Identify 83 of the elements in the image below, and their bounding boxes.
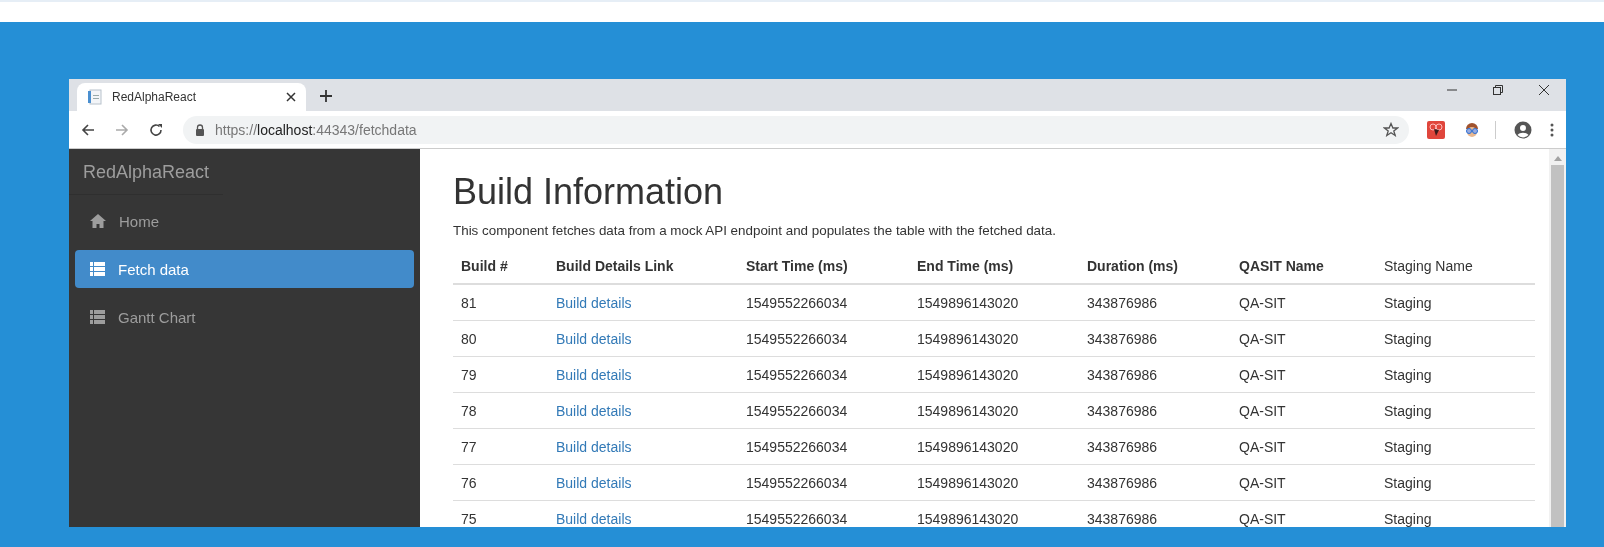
table-cell: 1549552266034 <box>738 284 909 321</box>
build-details-link[interactable]: Build details <box>556 474 632 491</box>
new-tab-icon[interactable] <box>320 90 332 102</box>
column-header: Build Details Link <box>548 246 738 284</box>
build-details-link[interactable]: Build details <box>556 510 632 527</box>
table-cell: 1549896143020 <box>909 392 1079 429</box>
build-details-link[interactable]: Build details <box>556 366 632 383</box>
build-details-link[interactable]: Build details <box>556 330 632 347</box>
table-cell: 1549552266034 <box>738 392 909 429</box>
menu-icon[interactable] <box>1550 122 1554 137</box>
restore-icon[interactable] <box>1492 84 1504 96</box>
list-icon <box>90 310 105 324</box>
table-cell: QA-SIT <box>1231 356 1376 393</box>
table-cell: Staging <box>1376 392 1535 429</box>
table-cell: 1549896143020 <box>909 464 1079 501</box>
brand-title[interactable]: RedAlphaReact <box>69 149 224 195</box>
table-cell: 79 <box>453 356 548 393</box>
reload-icon[interactable] <box>149 122 163 137</box>
table-cell: QA-SIT <box>1231 428 1376 465</box>
table-cell: 1549552266034 <box>738 320 909 357</box>
nav-item[interactable]: Home <box>75 202 414 240</box>
column-header: Duration (ms) <box>1079 246 1231 284</box>
description-text: This component fetches data from a mock API endpoint and populates the table with the fetched data. <box>453 223 1057 238</box>
extension-icon[interactable] <box>1427 120 1445 139</box>
star-icon[interactable] <box>1383 121 1399 138</box>
table-cell: 80 <box>453 320 548 357</box>
table-cell: 343876986 <box>1079 500 1231 527</box>
table-cell: 1549552266034 <box>738 428 909 465</box>
table-cell: 75 <box>453 500 548 527</box>
nav-item[interactable]: Fetch data <box>75 250 414 288</box>
table-cell: 1549896143020 <box>909 284 1079 321</box>
table-cell: QA-SIT <box>1231 320 1376 357</box>
list-icon <box>90 262 105 276</box>
table-cell: 1549552266034 <box>738 464 909 501</box>
table-cell: 343876986 <box>1079 392 1231 429</box>
url-text: https://localhost:44343/fetchdata <box>215 121 418 138</box>
table-cell: Staging <box>1376 500 1535 527</box>
forward-icon <box>115 122 129 137</box>
column-header: Start Time (ms) <box>738 246 909 284</box>
column-header: QASIT Name <box>1231 246 1376 284</box>
glasses-icon[interactable] <box>1463 120 1481 139</box>
page-heading: Build Information <box>453 171 725 213</box>
account-icon[interactable] <box>1514 120 1532 139</box>
table-cell: 77 <box>453 428 548 465</box>
home-icon <box>90 214 106 228</box>
build-details-link[interactable]: Build details <box>556 294 632 311</box>
build-details-link[interactable]: Build details <box>556 438 632 455</box>
column-header: Staging Name <box>1376 246 1535 284</box>
close-icon[interactable] <box>286 92 296 102</box>
table-cell: 1549896143020 <box>909 356 1079 393</box>
table-cell: Staging <box>1376 284 1535 321</box>
lock-icon <box>195 123 205 136</box>
back-icon[interactable] <box>81 122 95 137</box>
table-cell: 1549896143020 <box>909 320 1079 357</box>
table-cell: 343876986 <box>1079 284 1231 321</box>
table-cell: 343876986 <box>1079 428 1231 465</box>
table-cell: QA-SIT <box>1231 500 1376 527</box>
table-cell: Staging <box>1376 428 1535 465</box>
table-cell: Staging <box>1376 356 1535 393</box>
column-header: Build # <box>453 246 548 284</box>
table-cell: 78 <box>453 392 548 429</box>
table-cell: 1549896143020 <box>909 428 1079 465</box>
table-cell: QA-SIT <box>1231 284 1376 321</box>
address-bar[interactable]: https://localhost:44343/fetchdata <box>183 115 1409 144</box>
table-cell: Staging <box>1376 320 1535 357</box>
table-cell: 343876986 <box>1079 464 1231 501</box>
nav-item[interactable]: Gantt Chart <box>75 298 414 336</box>
browser-tab[interactable]: RedAlphaReact <box>77 83 306 111</box>
page-icon <box>87 89 103 105</box>
table-cell: QA-SIT <box>1231 392 1376 429</box>
build-details-link[interactable]: Build details <box>556 402 632 419</box>
table-cell: 1549552266034 <box>738 500 909 527</box>
table-cell: 1549896143020 <box>909 500 1079 527</box>
table-cell: 343876986 <box>1079 320 1231 357</box>
table-cell: Staging <box>1376 464 1535 501</box>
scrollbar[interactable] <box>1549 149 1566 527</box>
table-cell: 343876986 <box>1079 356 1231 393</box>
close-icon[interactable] <box>1538 84 1550 96</box>
table-cell: 81 <box>453 284 548 321</box>
column-header: End Time (ms) <box>909 246 1079 284</box>
table-cell: 76 <box>453 464 548 501</box>
table-cell: QA-SIT <box>1231 464 1376 501</box>
table-cell: 1549552266034 <box>738 356 909 393</box>
